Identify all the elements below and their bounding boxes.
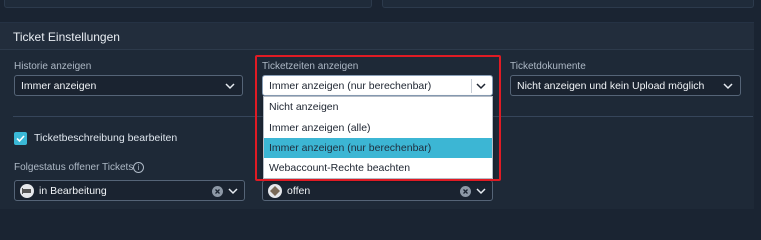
option-immer-anzeigen-nur-berechenbar[interactable]: Immer anzeigen (nur berechenbar) bbox=[264, 138, 492, 158]
panel-header: Ticket Einstellungen bbox=[0, 23, 754, 50]
chevron-down-icon bbox=[475, 185, 487, 197]
chevron-down-icon bbox=[475, 80, 487, 92]
folgestatus-label: Folgestatus offener Tickets bbox=[14, 162, 134, 173]
info-icon[interactable]: i bbox=[133, 162, 144, 173]
chevron-down-icon bbox=[722, 80, 734, 92]
status-open-icon bbox=[268, 184, 282, 198]
panel-title: Ticket Einstellungen bbox=[13, 30, 120, 44]
folgestatus-value-2: offen bbox=[287, 185, 311, 197]
check-icon bbox=[16, 135, 25, 143]
top-card-right bbox=[382, 0, 754, 8]
top-card-left bbox=[4, 0, 372, 8]
clear-icon[interactable] bbox=[460, 186, 471, 197]
chevron-down-icon bbox=[227, 185, 239, 197]
ticketdokumente-label: Ticketdokumente bbox=[510, 61, 586, 72]
folgestatus-select-2[interactable]: offen bbox=[262, 180, 493, 201]
ticketzeiten-select[interactable]: Immer anzeigen (nur berechenbar) bbox=[262, 75, 493, 96]
historie-value: Immer anzeigen bbox=[21, 80, 97, 92]
ticketbeschreibung-label: Ticketbeschreibung bearbeiten bbox=[34, 132, 178, 144]
ticketzeiten-label: Ticketzeiten anzeigen bbox=[262, 61, 359, 72]
ticketdokumente-value: Nicht anzeigen und kein Upload möglich bbox=[517, 80, 705, 92]
option-nicht-anzeigen[interactable]: Nicht anzeigen bbox=[264, 97, 492, 117]
historie-label: Historie anzeigen bbox=[14, 61, 92, 72]
ticketbeschreibung-checkbox[interactable] bbox=[14, 132, 27, 145]
chevron-down-icon bbox=[224, 80, 236, 92]
status-in-progress-icon bbox=[20, 184, 34, 198]
option-immer-anzeigen-alle[interactable]: Immer anzeigen (alle) bbox=[264, 118, 492, 138]
select-divider bbox=[471, 79, 472, 93]
clear-icon[interactable] bbox=[212, 186, 223, 197]
folgestatus-select-1[interactable]: in Bearbeitung bbox=[14, 180, 245, 201]
option-webaccount-rechte[interactable]: Webaccount-Rechte beachten bbox=[264, 158, 492, 178]
ticketzeiten-value: Immer anzeigen (nur berechenbar) bbox=[269, 80, 432, 92]
ticketdokumente-select[interactable]: Nicht anzeigen und kein Upload möglich bbox=[510, 75, 741, 96]
historie-select[interactable]: Immer anzeigen bbox=[14, 75, 243, 96]
top-strip bbox=[0, 0, 761, 12]
folgestatus-value-1: in Bearbeitung bbox=[39, 185, 107, 197]
ticketzeiten-dropdown: Nicht anzeigen Immer anzeigen (alle) Imm… bbox=[263, 96, 493, 179]
